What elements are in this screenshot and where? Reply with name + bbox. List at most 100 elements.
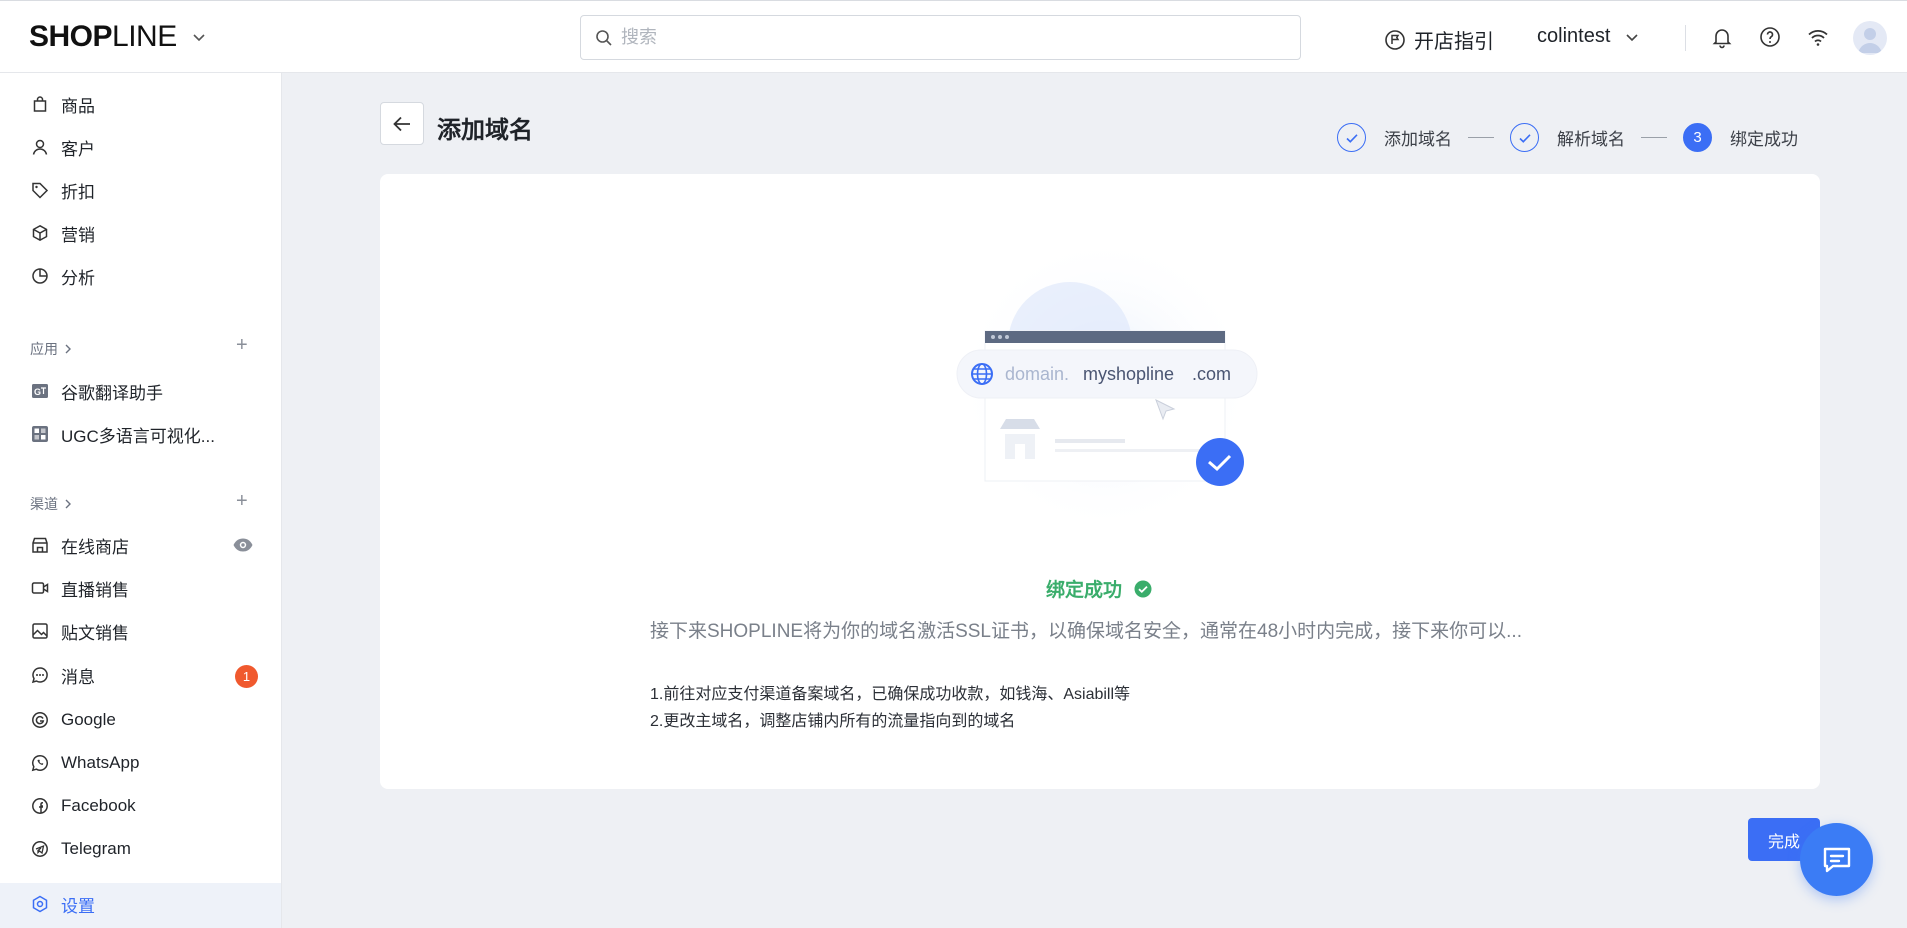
arrow-left-icon [393,116,410,131]
logo-text-light: LINE [112,20,177,53]
wifi-icon[interactable] [1806,25,1830,49]
chat-bubble-icon [1823,847,1850,872]
sidebar-item-google[interactable]: Google [30,705,116,735]
progress-steps: 添加域名 解析域名 3 绑定成功 [1337,123,1798,152]
domain-success-illustration: domain. myshopline .com [955,234,1258,534]
chevron-down-icon[interactable] [191,29,207,45]
help-icon[interactable] [1758,25,1782,49]
step-label: 解析域名 [1557,130,1625,149]
step-done-icon [1337,123,1366,152]
user-icon [32,139,48,155]
username: colintest [1537,25,1611,47]
sidebar-item-live-sales[interactable]: 直播销售 [30,573,129,603]
pie-chart-icon [32,268,48,284]
sidebar-item-label: 在线商店 [61,537,129,557]
success-title: 绑定成功 [1046,575,1152,602]
flag-icon [1385,29,1405,50]
image-icon [32,623,48,639]
telegram-icon [32,841,48,857]
search-input[interactable] [621,27,1221,48]
step-label: 添加域名 [1384,130,1452,149]
apps-title: 应用 [30,341,58,357]
step-connector [1641,137,1667,138]
shopline-logo[interactable]: SHOP LINE [29,20,207,54]
sidebar-item-label: 消息 [61,667,95,687]
next-step-note: 1.前往对应支付渠道备案域名，已确保成功收款，如钱海、Asiabill等 [650,686,1131,703]
apps-section-title[interactable]: 应用 [30,339,74,359]
account-menu[interactable]: colintest [1537,25,1640,48]
svg-text:myshopline: myshopline [1083,364,1174,384]
svg-text:G: G [34,387,41,397]
whatsapp-icon [31,755,48,772]
avatar[interactable] [1853,21,1887,55]
search-bar[interactable] [580,15,1301,60]
page-title: 添加域名 [437,117,533,144]
sidebar-item-analytics[interactable]: 分析 [30,261,95,291]
sidebar-item-label: 客户 [61,139,95,159]
step-label: 绑定成功 [1730,130,1798,149]
facebook-icon [32,798,48,814]
success-title-text: 绑定成功 [1046,580,1123,601]
sidebar-item-label: 分析 [61,268,95,288]
sidebar-item-products[interactable]: 商品 [30,89,95,119]
svg-text:domain.: domain. [1005,364,1069,384]
sidebar-item-ugc[interactable]: UGC多语言可视化... [30,419,215,449]
next-step-note: 2.更改主域名，调整店铺内所有的流量指向到的域名 [650,713,1016,730]
logo-text-bold: SHOP [29,20,113,53]
sidebar-item-label: Facebook [61,796,136,815]
step-connector [1468,137,1494,138]
sidebar-item-facebook[interactable]: Facebook [30,791,136,821]
sidebar-item-label: 营销 [61,225,95,245]
translate-icon: G [32,384,48,398]
ssl-description: 接下来SHOPLINE将为你的域名激活SSL证书，以确保域名安全，通常在48小时… [650,621,1522,642]
sidebar-item-google-translate[interactable]: G 谷歌翻译助手 [30,376,163,406]
add-channel-button[interactable]: + [236,490,248,513]
channels-title: 渠道 [30,496,58,512]
check-circle-icon [1134,580,1152,597]
back-button[interactable] [380,102,424,145]
sidebar-item-label: WhatsApp [61,753,140,772]
search-icon [596,29,612,46]
store-icon [32,537,48,553]
svg-text:.com: .com [1192,364,1231,384]
chat-support-button[interactable] [1800,823,1873,896]
bag-icon [33,96,47,112]
sidebar-item-label: Telegram [61,839,131,858]
sidebar-item-customers[interactable]: 客户 [30,132,95,162]
sidebar-item-label: 贴文销售 [61,623,129,643]
cube-icon [32,224,48,242]
messages-badge: 1 [235,665,258,688]
tag-icon [32,182,49,199]
video-icon [31,582,49,594]
google-icon [32,712,48,728]
gear-icon [32,895,48,913]
sidebar-item-telegram[interactable]: Telegram [30,834,131,864]
sidebar-item-post-sales[interactable]: 贴文销售 [30,616,129,646]
chevron-right-icon [65,344,71,354]
sidebar-item-settings[interactable]: 设置 [30,889,95,919]
avatar-user-icon [1858,28,1882,53]
sidebar-item-marketing[interactable]: 营销 [30,218,95,248]
sidebar-item-online-store[interactable]: 在线商店 [30,530,129,560]
sidebar-item-discounts[interactable]: 折扣 [30,175,95,205]
sidebar-item-label: Google [61,710,116,729]
sidebar-item-label: 折扣 [61,182,95,202]
add-app-button[interactable]: + [236,334,248,357]
sidebar-item-messages[interactable]: 消息 [30,660,95,690]
bell-icon[interactable] [1710,25,1734,49]
sidebar-item-label: 设置 [61,896,95,916]
chat-icon [31,667,48,684]
sidebar-item-label: UGC多语言可视化... [61,426,215,446]
store-guide-link[interactable]: 开店指引 [1384,25,1494,54]
sidebar-item-whatsapp[interactable]: WhatsApp [30,748,139,778]
chevron-down-icon [1626,33,1638,41]
chevron-right-icon [65,499,71,509]
channels-section-title[interactable]: 渠道 [30,494,74,514]
sidebar-item-label: 谷歌翻译助手 [61,383,163,403]
step-current-number: 3 [1683,123,1712,152]
top-bar: SHOPLINE 开店指引 colintest [0,0,1907,73]
sidebar-item-label: 商品 [61,96,95,116]
ugc-icon [32,426,48,442]
eye-icon[interactable] [232,534,254,556]
divider [1685,25,1686,51]
